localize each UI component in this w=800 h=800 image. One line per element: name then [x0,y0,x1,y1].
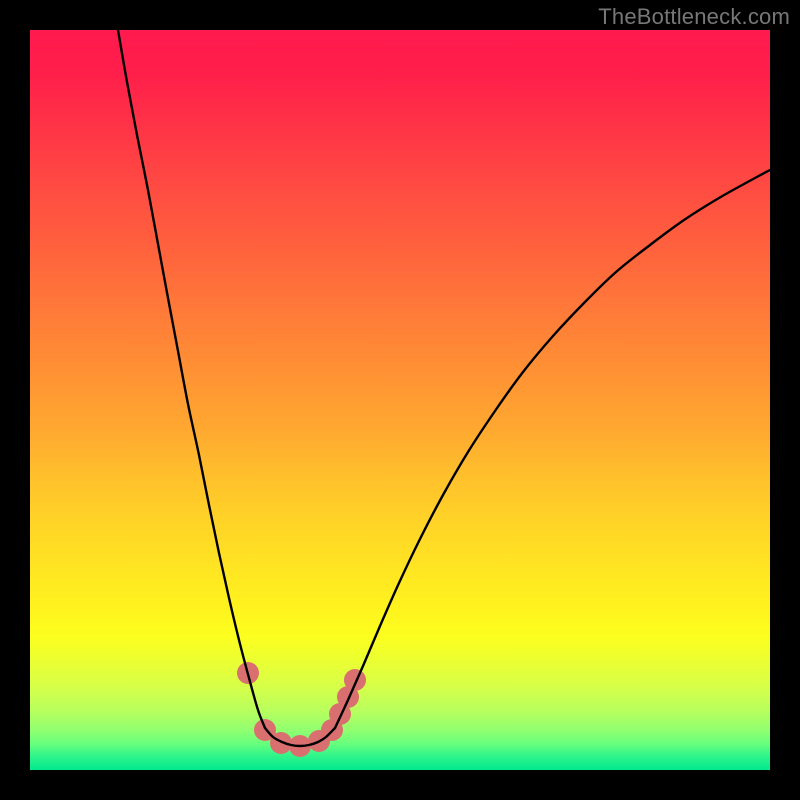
chart-svg [30,30,770,770]
curve-left-branch [118,30,265,728]
plot-area [30,30,770,770]
outer-black-frame: TheBottleneck.com [0,0,800,800]
curve-right-branch [335,170,770,728]
bottleneck-dot [270,732,292,754]
bottleneck-dot [344,669,366,691]
bottleneck-markers [237,662,366,757]
watermark-text: TheBottleneck.com [598,4,790,30]
